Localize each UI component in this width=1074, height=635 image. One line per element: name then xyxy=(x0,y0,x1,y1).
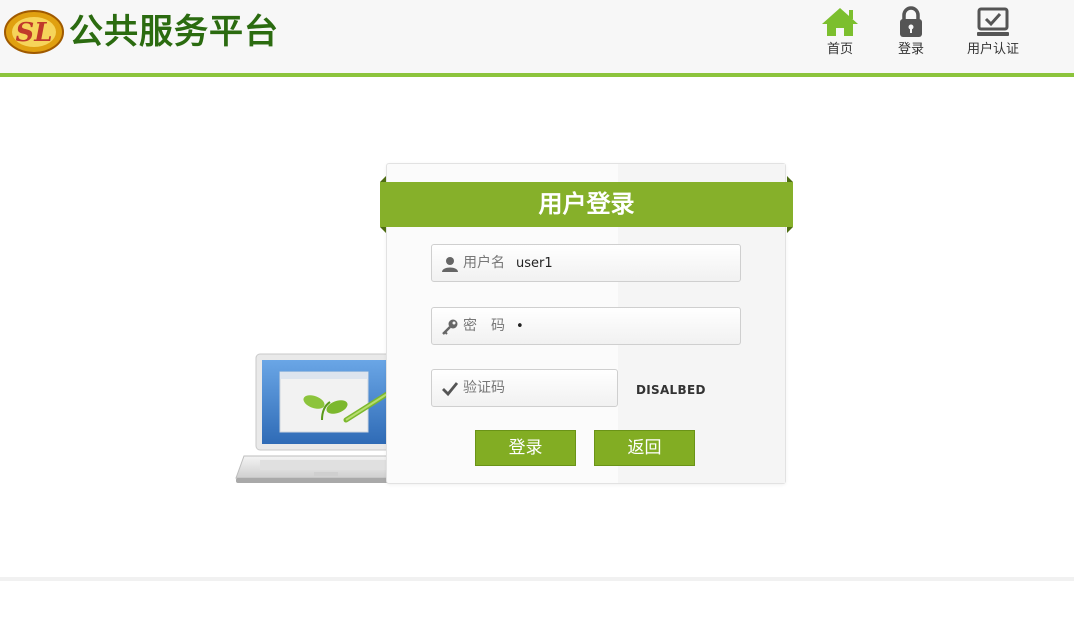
password-field[interactable]: 密 码 xyxy=(431,307,741,345)
key-icon xyxy=(442,319,458,335)
logo-text: SL xyxy=(15,18,52,48)
nav-home[interactable]: 首页 xyxy=(818,4,862,64)
nav-user-auth[interactable]: 用户认证 xyxy=(957,4,1029,64)
home-icon xyxy=(822,8,858,36)
logo-icon[interactable]: SL xyxy=(3,8,65,56)
monitor-check-icon xyxy=(977,7,1009,36)
nav-login-label: 登录 xyxy=(897,42,924,57)
captcha-field[interactable]: 验证码 xyxy=(431,369,618,407)
captcha-label: 验证码 xyxy=(463,380,505,396)
captcha-image[interactable]: DISALBED xyxy=(636,381,706,399)
password-input[interactable] xyxy=(516,309,731,343)
lock-icon xyxy=(900,6,922,37)
ribbon-fold xyxy=(380,227,386,233)
check-icon xyxy=(442,382,459,397)
login-title: 用户登录 xyxy=(538,190,635,218)
footer-divider xyxy=(0,577,1074,581)
username-field[interactable]: 用户名 xyxy=(431,244,741,282)
site-title: 公共服务平台 xyxy=(69,12,279,52)
header-divider xyxy=(0,73,1074,77)
nav-login[interactable]: 登录 xyxy=(889,4,933,64)
ribbon-fold xyxy=(787,227,793,233)
nav-home-label: 首页 xyxy=(826,42,853,57)
nav-user-auth-label: 用户认证 xyxy=(966,42,1019,57)
login-button[interactable]: 登录 xyxy=(475,430,576,466)
username-input[interactable] xyxy=(516,246,731,280)
password-label: 密 码 xyxy=(463,318,505,334)
user-icon xyxy=(442,257,458,272)
username-label: 用户名 xyxy=(463,255,505,271)
back-button[interactable]: 返回 xyxy=(594,430,695,466)
